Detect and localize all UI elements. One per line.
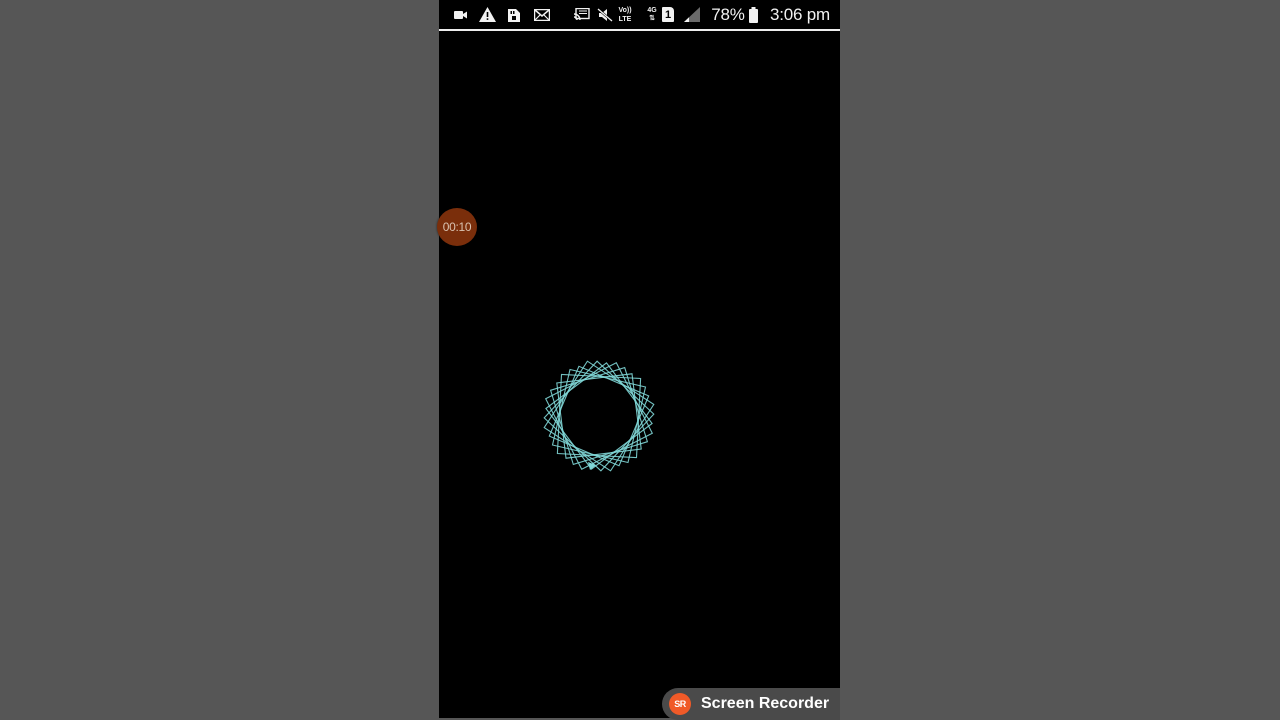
email-icon [533, 0, 551, 29]
recording-timer-bubble[interactable]: 00:10 [437, 208, 477, 246]
status-bar-divider [439, 29, 840, 31]
status-bar: Vo)) LTE 4G ⇅ 1 78% 3:06 pm [439, 0, 840, 29]
mute-icon [596, 0, 614, 29]
sim-1-icon: 1 [660, 0, 676, 29]
sd-card-icon [505, 0, 523, 29]
4g-icon: 4G ⇅ [645, 0, 659, 29]
network-label: 4G [647, 7, 657, 14]
clock: 3:06 pm [769, 4, 831, 24]
battery-percent: 78% [711, 4, 745, 24]
screen: Vo)) LTE 4G ⇅ 1 78% 3:06 pm 00:10 SR Scr… [0, 0, 1280, 720]
volte-label-top: Vo)) [618, 6, 632, 14]
signal-icon [683, 0, 701, 29]
cast-icon [573, 0, 591, 29]
clock-container: 3:06 pm [765, 0, 835, 29]
drawing-canvas[interactable] [530, 348, 670, 488]
video-camera-icon [453, 0, 469, 29]
volte-icon: Vo)) LTE [615, 0, 635, 29]
warning-icon [478, 0, 496, 29]
spirograph-square [551, 368, 647, 464]
battery-icon [747, 0, 759, 29]
battery-percent-container: 78% [710, 0, 746, 29]
screen-recorder-watermark: SR Screen Recorder [662, 688, 840, 720]
screen-recorder-label: Screen Recorder [701, 695, 830, 712]
recording-timer: 00:10 [442, 220, 472, 234]
spirograph-square [548, 365, 650, 467]
spirograph-square [545, 362, 653, 470]
volte-label-bottom: LTE [618, 15, 632, 23]
sim-label: 1 [664, 8, 672, 21]
data-arrows-icon: ⇅ [649, 15, 655, 22]
screen-recorder-logo-icon: SR [669, 693, 691, 715]
